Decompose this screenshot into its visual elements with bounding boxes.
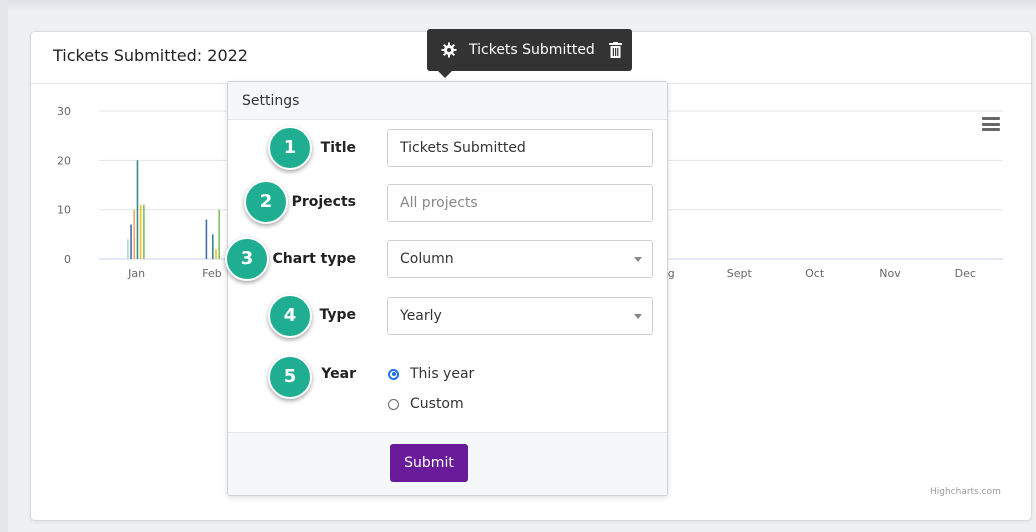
chart-type-select[interactable]: Column — [387, 240, 653, 278]
chart-credit[interactable]: Highcharts.com — [930, 487, 1001, 497]
x-tick-label: Jan — [127, 267, 145, 280]
toolbar-title: Tickets Submitted — [469, 42, 595, 58]
year-option-this-year[interactable]: This year — [388, 366, 474, 382]
type-select[interactable]: Yearly — [387, 297, 653, 335]
chart-bar[interactable] — [133, 209, 136, 259]
x-tick-label: Oct — [805, 267, 825, 280]
trash-icon[interactable] — [608, 42, 622, 58]
radio-this-year[interactable] — [388, 368, 399, 380]
gear-icon[interactable] — [441, 42, 457, 58]
type-value: Yearly — [400, 308, 442, 324]
chevron-down-icon — [634, 257, 642, 262]
callout-2: 2 — [244, 180, 288, 224]
chart-bar[interactable] — [136, 160, 139, 259]
chart-bar[interactable] — [130, 224, 132, 259]
y-tick-label: 0 — [64, 253, 71, 266]
callout-1: 1 — [268, 126, 312, 170]
chart-bar[interactable] — [205, 219, 208, 259]
callout-4: 4 — [268, 294, 312, 338]
x-tick-label: Dec — [955, 267, 976, 280]
y-tick-label: 10 — [57, 204, 71, 217]
callout-3: 3 — [225, 237, 269, 281]
year-option-label: Custom — [410, 396, 464, 412]
top-strip — [0, 0, 1036, 12]
chart-type-value: Column — [400, 251, 454, 267]
x-tick-label: Nov — [879, 267, 901, 280]
y-tick-label: 20 — [57, 154, 71, 167]
chart-bar[interactable] — [215, 249, 217, 259]
radio-custom[interactable] — [388, 398, 399, 410]
callout-5: 5 — [268, 355, 312, 399]
widget-toolbar: Tickets Submitted — [427, 29, 632, 71]
title-input[interactable] — [387, 129, 653, 167]
chart-bar[interactable] — [212, 234, 214, 259]
year-option-custom[interactable]: Custom — [388, 396, 464, 412]
toolbar-pointer — [437, 70, 453, 78]
left-edge — [0, 0, 8, 532]
chart-bar[interactable] — [127, 239, 129, 259]
y-tick-label: 30 — [57, 105, 71, 118]
chart-bar[interactable] — [143, 204, 145, 259]
submit-button[interactable]: Submit — [390, 444, 468, 482]
x-tick-label: Feb — [202, 267, 221, 280]
chart-bar[interactable] — [139, 204, 142, 259]
settings-title: Settings — [242, 93, 300, 109]
chevron-down-icon — [634, 314, 642, 319]
projects-input[interactable] — [387, 184, 653, 222]
x-tick-label: Sept — [727, 267, 753, 280]
settings-header: Settings — [228, 82, 667, 120]
year-option-label: This year — [410, 366, 475, 382]
chart-menu-icon[interactable] — [982, 117, 1000, 131]
chart-bar[interactable] — [218, 209, 220, 259]
